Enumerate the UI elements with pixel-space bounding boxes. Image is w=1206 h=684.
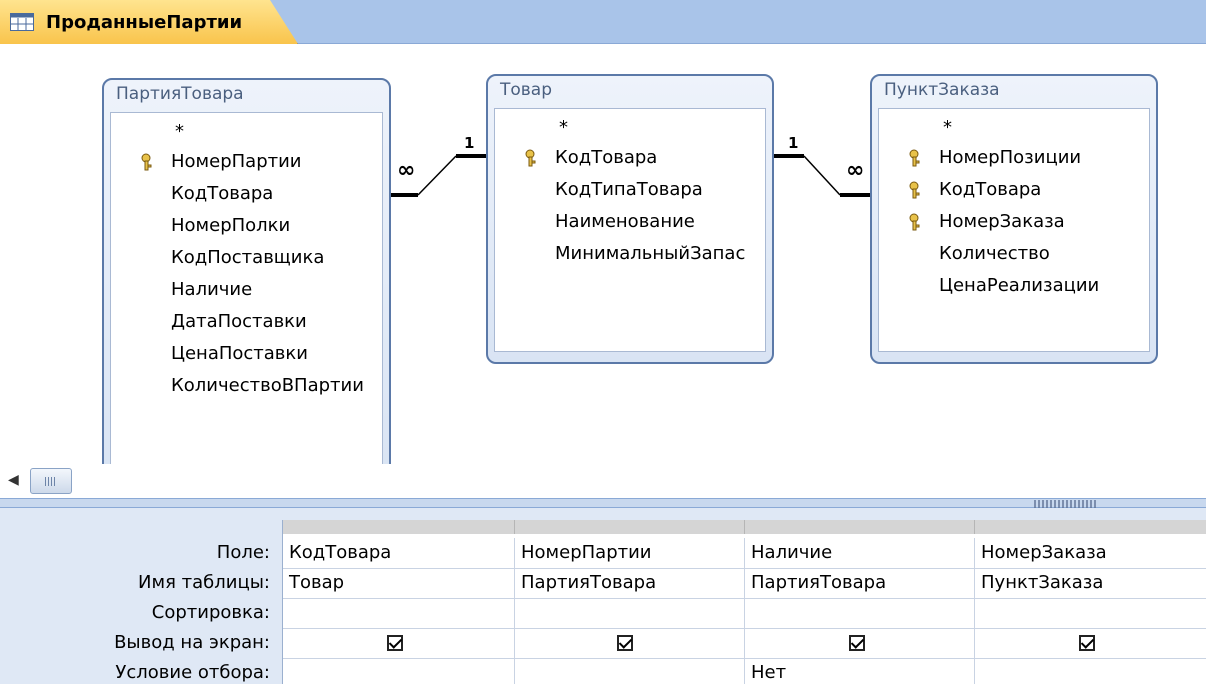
- table-cell[interactable]: Товар: [283, 568, 515, 598]
- row-label-show: Вывод на экран:: [114, 632, 270, 653]
- sort-cell[interactable]: [975, 598, 1206, 628]
- primary-key-icon: [909, 213, 920, 231]
- criteria-cell[interactable]: [515, 658, 745, 684]
- table-punkt-zakaza[interactable]: ПунктЗаказа * НомерПозиции КодТовара Ном…: [870, 74, 1158, 364]
- column-selector[interactable]: [975, 520, 1206, 534]
- criteria-cell[interactable]: Нет: [745, 658, 975, 684]
- query-design-grid: Поле: Имя таблицы: Сортировка: Вывод на …: [0, 508, 1206, 684]
- tab-title: ПроданныеПартии: [46, 11, 243, 33]
- field-cell[interactable]: НомерЗаказа: [975, 538, 1206, 568]
- column-selector[interactable]: [515, 520, 745, 534]
- row-label-field: Поле:: [216, 542, 270, 563]
- primary-key-icon: [141, 153, 152, 171]
- field-list[interactable]: * НомерПозиции КодТовара НомерЗаказа Кол…: [878, 108, 1150, 352]
- relation-one-label: 1: [464, 134, 475, 152]
- primary-key-icon: [909, 149, 920, 167]
- field-cell[interactable]: НомерПартии: [515, 538, 745, 568]
- table-partiya-tovara[interactable]: ПартияТовара * НомерПартии КодТовара Ном…: [102, 78, 391, 487]
- scroll-left-arrow-icon[interactable]: ◀: [8, 472, 19, 488]
- row-label-criteria: Условие отбора:: [115, 662, 270, 683]
- field-list[interactable]: * КодТовара КодТипаТовара Наименование М…: [494, 108, 766, 352]
- relation-many-label: ∞: [846, 158, 865, 183]
- field-cell[interactable]: КодТовара: [283, 538, 515, 568]
- field-cell[interactable]: Наличие: [745, 538, 975, 568]
- table-title: ПунктЗаказа: [884, 80, 1000, 100]
- pane-splitter[interactable]: [0, 498, 1206, 508]
- row-label-table: Имя таблицы:: [138, 572, 270, 593]
- show-checkbox[interactable]: [387, 635, 403, 651]
- scrollbar-thumb[interactable]: [30, 468, 72, 494]
- sort-cell[interactable]: [745, 598, 975, 628]
- design-grid[interactable]: КодТовара Товар НомерПартии ПартияТовара…: [282, 520, 1206, 684]
- query-icon: [10, 13, 34, 31]
- table-title: ПартияТовара: [116, 84, 244, 104]
- relation-one-label: 1: [788, 134, 799, 152]
- column-selector[interactable]: [283, 520, 515, 534]
- table-cell[interactable]: ПартияТовара: [745, 568, 975, 598]
- criteria-cell[interactable]: [975, 658, 1206, 684]
- relation-many-label: ∞: [397, 158, 416, 183]
- document-tab-bar: ПроданныеПартии: [0, 0, 1206, 44]
- field-list[interactable]: * НомерПартии КодТовара НомерПолки КодПо…: [110, 112, 383, 475]
- show-checkbox[interactable]: [849, 635, 865, 651]
- primary-key-icon: [525, 149, 536, 167]
- tab-prodannye-partii[interactable]: ПроданныеПартии: [0, 0, 298, 44]
- sort-cell[interactable]: [283, 598, 515, 628]
- column-selector[interactable]: [745, 520, 975, 534]
- show-checkbox[interactable]: [617, 635, 633, 651]
- table-cell[interactable]: ПунктЗаказа: [975, 568, 1206, 598]
- table-tovar[interactable]: Товар * КодТовара КодТипаТовара Наименов…: [486, 74, 774, 364]
- sort-cell[interactable]: [515, 598, 745, 628]
- table-title: Товар: [500, 80, 553, 100]
- show-checkbox[interactable]: [1079, 635, 1095, 651]
- primary-key-icon: [909, 181, 920, 199]
- criteria-cell[interactable]: [283, 658, 515, 684]
- row-label-sort: Сортировка:: [151, 602, 270, 623]
- diagram-horizontal-scrollbar[interactable]: ◀: [0, 464, 1206, 498]
- query-design-diagram: ∞ 1 1 ∞ ПартияТовара * НомерПартии КодТо…: [0, 44, 1206, 487]
- table-cell[interactable]: ПартияТовара: [515, 568, 745, 598]
